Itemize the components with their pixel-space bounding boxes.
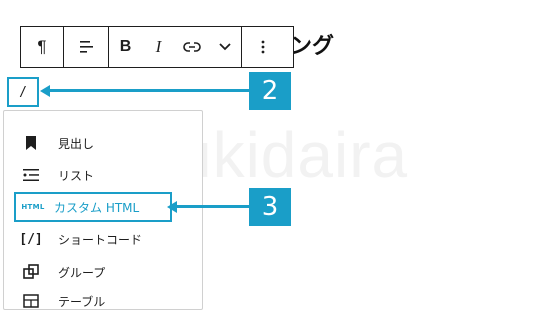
- more-rich-text-button[interactable]: [208, 27, 241, 67]
- menu-item-custom-html[interactable]: HTML カスタム HTML: [14, 192, 172, 222]
- list-icon: [20, 166, 42, 184]
- callout-3-arrow: [175, 205, 250, 208]
- toolbar-group-block: ¶: [21, 27, 64, 67]
- html-icon: HTML: [21, 203, 45, 211]
- italic-button[interactable]: I: [142, 27, 175, 67]
- menu-item-label: ショートコード: [58, 232, 143, 247]
- menu-item-list[interactable]: リスト: [20, 162, 94, 188]
- menu-item-label: カスタム HTML: [54, 200, 140, 215]
- block-toolbar: ¶ B I: [20, 26, 294, 68]
- menu-item-label: 見出し: [58, 136, 95, 151]
- menu-item-group[interactable]: グループ: [20, 259, 105, 285]
- toolbar-group-format: B I: [109, 27, 242, 67]
- menu-item-table[interactable]: テーブル: [20, 288, 105, 314]
- link-icon: [182, 42, 201, 52]
- slash-command-input[interactable]: /: [7, 77, 39, 107]
- menu-item-label: リスト: [58, 168, 95, 183]
- table-icon: [20, 292, 42, 310]
- chevron-down-icon: [218, 43, 231, 51]
- options-button[interactable]: [242, 27, 284, 67]
- menu-item-shortcode[interactable]: [/] ショートコード: [19, 226, 143, 252]
- toolbar-group-align: [64, 27, 109, 67]
- bookmark-icon: [20, 134, 42, 152]
- paragraph-block-button[interactable]: ¶: [21, 27, 63, 67]
- paragraph-icon: ¶: [37, 37, 47, 56]
- callout-2-arrow: [48, 89, 250, 92]
- bold-button[interactable]: B: [109, 27, 142, 67]
- menu-item-label: グループ: [58, 265, 106, 280]
- align-button[interactable]: [64, 27, 108, 67]
- menu-item-heading[interactable]: 見出し: [20, 130, 94, 156]
- vertical-ellipsis-icon: [261, 40, 265, 54]
- menu-item-label: テーブル: [58, 294, 106, 309]
- align-left-icon: [80, 41, 93, 53]
- callout-2-badge: 2: [249, 72, 291, 110]
- shortcode-icon: [/]: [19, 231, 43, 247]
- link-button[interactable]: [175, 27, 208, 67]
- callout-3-badge: 3: [249, 188, 291, 226]
- group-icon: [20, 263, 42, 281]
- heading-text[interactable]: ング: [290, 28, 334, 60]
- toolbar-group-options: [242, 27, 284, 67]
